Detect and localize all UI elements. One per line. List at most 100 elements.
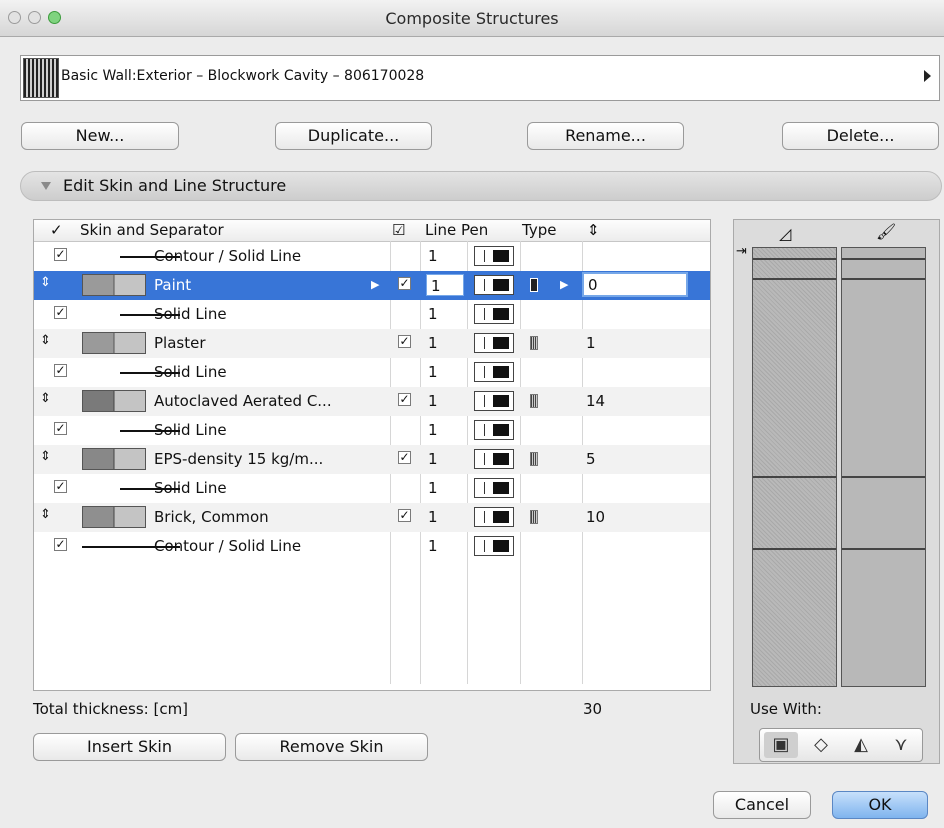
total-thickness-value: 30 bbox=[583, 700, 603, 718]
remove-skin-button[interactable]: Remove Skin bbox=[235, 733, 428, 761]
fill-swatch[interactable] bbox=[82, 390, 146, 412]
pen-swatch[interactable] bbox=[474, 536, 514, 556]
line-number: 1 bbox=[428, 450, 438, 468]
row-name: Solid Line bbox=[154, 363, 227, 381]
table-row[interactable]: ✓ Solid Line 1 bbox=[34, 358, 710, 387]
cancel-button[interactable]: Cancel bbox=[713, 791, 811, 819]
use-with-label: Use With: bbox=[750, 700, 822, 718]
table-row[interactable]: ✓ Solid Line 1 bbox=[34, 416, 710, 445]
pen-swatch[interactable] bbox=[474, 478, 514, 498]
row-name: Solid Line bbox=[154, 479, 227, 497]
table-row[interactable]: ✓ Contour / Solid Line 1 bbox=[34, 532, 710, 561]
insert-skin-button[interactable]: Insert Skin bbox=[33, 733, 226, 761]
row-checkbox[interactable]: ✓ bbox=[54, 306, 67, 319]
row-checkbox[interactable]: ✓ bbox=[398, 277, 411, 290]
line-number: 1 bbox=[428, 305, 438, 323]
pen-swatch[interactable] bbox=[474, 449, 514, 469]
pen-swatch[interactable] bbox=[474, 246, 514, 266]
row-name: Solid Line bbox=[154, 421, 227, 439]
section-label: Edit Skin and Line Structure bbox=[63, 176, 287, 195]
cut-fill-icon: ◿ bbox=[779, 224, 792, 243]
row-checkbox[interactable]: ✓ bbox=[54, 480, 67, 493]
row-name: Paint bbox=[154, 276, 192, 294]
table-row[interactable]: ✓ Solid Line 1 bbox=[34, 300, 710, 329]
pen-swatch[interactable] bbox=[474, 507, 514, 527]
use-with-toolbar: ▣ ◇ ◭ ⋎ bbox=[759, 728, 923, 762]
paint-brush-icon: 🖌 bbox=[876, 222, 897, 241]
table-row[interactable]: ✓ Solid Line 1 bbox=[34, 474, 710, 503]
row-checkbox[interactable]: ✓ bbox=[398, 451, 411, 464]
table-row[interactable]: ⇕ Brick, Common ✓ 1 10 bbox=[34, 503, 710, 532]
popup-arrow-icon[interactable]: ▶ bbox=[560, 278, 568, 291]
header-type: Type bbox=[522, 221, 557, 239]
pen-swatch[interactable] bbox=[474, 362, 514, 382]
thickness-input[interactable]: 0 bbox=[582, 272, 688, 297]
structure-name: Basic Wall:Exterior – Blockwork Cavity –… bbox=[61, 68, 425, 84]
skin-type-icon[interactable] bbox=[530, 452, 538, 466]
thickness-value: 14 bbox=[586, 392, 606, 410]
row-name: Plaster bbox=[154, 334, 206, 352]
new-button[interactable]: New... bbox=[21, 122, 179, 150]
row-name: Autoclaved Aerated C... bbox=[154, 392, 332, 410]
table-row[interactable]: ⇕ EPS-density 15 kg/m... ✓ 1 5 bbox=[34, 445, 710, 474]
reference-line-arrow-icon: ⇥ bbox=[736, 244, 747, 259]
drag-handle-icon[interactable]: ⇕ bbox=[40, 333, 51, 348]
line-number: 1 bbox=[431, 277, 441, 295]
row-checkbox[interactable]: ✓ bbox=[54, 538, 67, 551]
pen-swatch[interactable] bbox=[474, 420, 514, 440]
pen-swatch[interactable] bbox=[474, 304, 514, 324]
row-checkbox[interactable]: ✓ bbox=[398, 335, 411, 348]
roof-tool-icon[interactable]: ◭ bbox=[844, 732, 878, 758]
row-name: EPS-density 15 kg/m... bbox=[154, 450, 324, 468]
ok-button[interactable]: OK bbox=[832, 791, 928, 819]
structure-selector[interactable]: Basic Wall:Exterior – Blockwork Cavity –… bbox=[20, 55, 940, 101]
drag-handle-icon[interactable]: ⇕ bbox=[40, 275, 51, 290]
skin-type-icon[interactable] bbox=[530, 336, 538, 350]
skin-table: ✓ Skin and Separator ☑ Line Pen Type ⇕ ✓… bbox=[33, 219, 711, 691]
table-header: ✓ Skin and Separator ☑ Line Pen Type ⇕ bbox=[34, 220, 710, 242]
disclosure-triangle-icon[interactable] bbox=[41, 182, 51, 190]
drag-handle-icon[interactable]: ⇕ bbox=[40, 449, 51, 464]
delete-button[interactable]: Delete... bbox=[782, 122, 939, 150]
wall-tool-icon[interactable]: ▣ bbox=[764, 732, 798, 758]
slab-tool-icon[interactable]: ◇ bbox=[804, 732, 838, 758]
rename-button[interactable]: Rename... bbox=[527, 122, 684, 150]
structure-preview-icon bbox=[23, 58, 59, 98]
drag-handle-icon[interactable]: ⇕ bbox=[40, 391, 51, 406]
drag-handle-icon[interactable]: ⇕ bbox=[40, 507, 51, 522]
title-bar: Composite Structures bbox=[0, 0, 944, 37]
chevron-right-icon[interactable] bbox=[924, 70, 931, 82]
line-number: 1 bbox=[428, 334, 438, 352]
shell-tool-icon[interactable]: ⋎ bbox=[884, 732, 918, 758]
pen-swatch[interactable] bbox=[474, 275, 514, 295]
skin-type-icon[interactable] bbox=[530, 278, 538, 292]
row-name: Contour / Solid Line bbox=[154, 247, 302, 265]
table-row-selected[interactable]: ⇕ Paint ▶ ✓ 1 ▶ 0 bbox=[34, 271, 710, 300]
table-row[interactable]: ✓ Contour / Solid Line 1 bbox=[34, 242, 710, 271]
duplicate-button[interactable]: Duplicate... bbox=[275, 122, 432, 150]
pen-swatch[interactable] bbox=[474, 391, 514, 411]
edit-structure-section[interactable]: Edit Skin and Line Structure bbox=[20, 171, 942, 201]
line-number-input[interactable]: 1 bbox=[426, 274, 464, 296]
thickness-value: 10 bbox=[586, 508, 606, 526]
skin-type-icon[interactable] bbox=[530, 510, 538, 524]
header-skin: Skin and Separator bbox=[80, 221, 224, 239]
window-title: Composite Structures bbox=[385, 9, 559, 28]
fill-swatch[interactable] bbox=[82, 448, 146, 470]
row-checkbox[interactable]: ✓ bbox=[398, 393, 411, 406]
pen-swatch[interactable] bbox=[474, 333, 514, 353]
skin-type-icon[interactable] bbox=[530, 394, 538, 408]
fill-swatch[interactable] bbox=[82, 274, 146, 296]
row-name: Solid Line bbox=[154, 305, 227, 323]
fill-swatch[interactable] bbox=[82, 506, 146, 528]
table-row[interactable]: ⇕ Plaster ✓ 1 1 bbox=[34, 329, 710, 358]
row-checkbox[interactable]: ✓ bbox=[54, 248, 67, 261]
row-checkbox[interactable]: ✓ bbox=[54, 422, 67, 435]
line-number: 1 bbox=[428, 421, 438, 439]
row-checkbox[interactable]: ✓ bbox=[398, 509, 411, 522]
popup-arrow-icon[interactable]: ▶ bbox=[371, 278, 379, 291]
row-checkbox[interactable]: ✓ bbox=[54, 364, 67, 377]
line-number: 1 bbox=[428, 537, 438, 555]
fill-swatch[interactable] bbox=[82, 332, 146, 354]
table-row[interactable]: ⇕ Autoclaved Aerated C... ✓ 1 14 bbox=[34, 387, 710, 416]
